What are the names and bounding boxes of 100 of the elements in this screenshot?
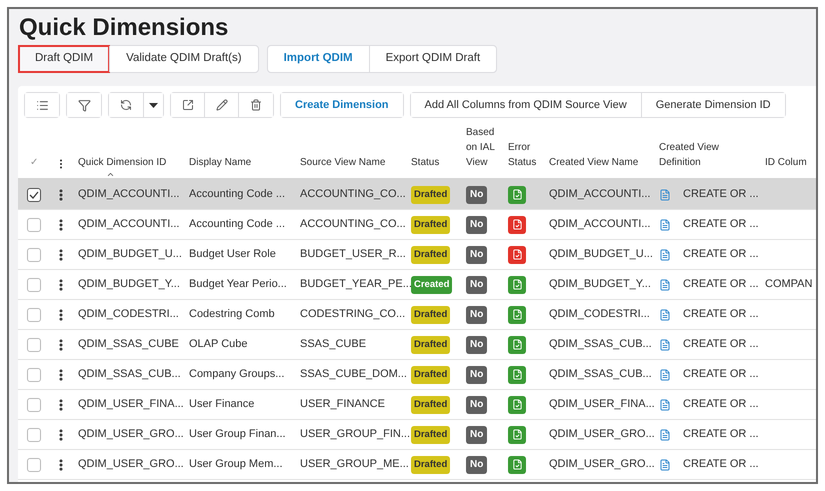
table-row[interactable]: QDIM_ACCOUNTI... Accounting Code ... ACCOUNTING_CO... Drafted No QDIM_ACCOUNTI... CREATE OR ...	[18, 180, 816, 210]
table-cell: ACCOUNTING_CO...	[300, 188, 406, 200]
column-header[interactable]: Based on IAL View	[466, 125, 502, 170]
ial-badge: No	[466, 366, 488, 384]
table-cell: Codestring Comb	[189, 308, 275, 320]
table-cell: QDIM_ACCOUNTI...	[78, 188, 180, 200]
status-badge: Drafted	[411, 426, 450, 444]
table-cell: QDIM_SSAS_CUB...	[549, 368, 652, 380]
row-checkbox[interactable]	[27, 188, 41, 202]
ial-badge: No	[466, 396, 488, 414]
document-icon[interactable]	[659, 278, 671, 290]
status-badge: Drafted	[411, 336, 450, 354]
row-checkbox[interactable]	[27, 368, 41, 382]
row-checkbox[interactable]	[27, 428, 41, 442]
column-header[interactable]: Created View Name	[549, 155, 653, 170]
row-checkbox[interactable]	[27, 278, 41, 292]
action-button[interactable]: Validate QDIM Draft(s)	[109, 46, 258, 72]
column-header[interactable]: Status	[411, 155, 460, 170]
ial-badge: No	[466, 336, 488, 354]
export-icon[interactable]	[171, 93, 205, 117]
table-cell-text: CREATE OR ...	[683, 367, 759, 382]
table-cell: Accounting Code ...	[189, 218, 286, 230]
action-button[interactable]: Export QDIM Draft	[368, 46, 496, 72]
table-cell: SSAS_CUBE_DOM...	[300, 368, 407, 380]
column-header[interactable]: Display Name	[189, 155, 294, 170]
filter-icon[interactable]	[67, 93, 101, 117]
document-icon[interactable]	[659, 338, 671, 350]
dropdown-caret-icon[interactable]	[143, 93, 163, 117]
table-cell: OLAP Cube	[189, 338, 248, 350]
table-cell: QDIM_USER_GRO...	[549, 458, 655, 470]
table-cell: QDIM_ACCOUNTI...	[549, 218, 650, 230]
ial-badge: No	[466, 456, 488, 474]
document-icon[interactable]	[659, 398, 671, 410]
row-checkbox[interactable]	[27, 458, 41, 472]
table-cell-text: CREATE OR ...	[683, 217, 759, 232]
ial-badge: No	[466, 276, 488, 294]
row-checkbox[interactable]	[27, 218, 41, 232]
table-cell-text: CREATE OR ...	[683, 397, 759, 412]
ial-badge: No	[466, 306, 488, 324]
table-cell: SSAS_CUBE	[300, 338, 366, 350]
table-cell: QDIM_BUDGET_Y...	[78, 278, 180, 290]
table-cell: Budget Year Perio...	[189, 278, 287, 290]
status-badge: Drafted	[411, 456, 450, 474]
ial-badge: No	[466, 246, 488, 264]
table-cell-text: CREATE OR ...	[683, 427, 759, 442]
table-cell: BUDGET_YEAR_PE...	[300, 278, 412, 290]
column-header[interactable]: Created View Definition	[659, 140, 759, 170]
column-header[interactable]: Quick Dimension ID	[78, 155, 183, 170]
table-cell-text: CREATE OR ...	[683, 277, 759, 292]
ial-badge: No	[466, 426, 488, 444]
table-cell: QDIM_USER_GRO...	[549, 428, 655, 440]
table-cell: QDIM_SSAS_CUBE	[78, 338, 179, 350]
table-cell-text: CREATE OR ...	[683, 337, 759, 352]
command-button[interactable]: Add All Columns from QDIM Source View	[410, 93, 642, 117]
status-badge: Drafted	[411, 216, 450, 234]
table-cell: QDIM_SSAS_CUB...	[549, 338, 652, 350]
table-cell: User Group Finan...	[189, 428, 286, 440]
status-badge: Drafted	[411, 246, 450, 264]
row-checkbox[interactable]	[27, 398, 41, 412]
column-header[interactable]: Error Status	[508, 140, 543, 170]
table-cell: BUDGET_USER_R...	[300, 248, 406, 260]
table-cell-text: CREATE OR ...	[683, 247, 759, 262]
ial-badge: No	[466, 186, 488, 204]
table-cell: QDIM_BUDGET_Y...	[549, 278, 651, 290]
document-icon[interactable]	[659, 458, 671, 470]
column-header[interactable]: ID Colum	[765, 155, 816, 170]
table-cell: USER_FINANCE	[300, 398, 385, 410]
table-cell: Accounting Code ...	[189, 188, 286, 200]
table-cell: Budget User Role	[189, 248, 276, 260]
list-icon[interactable]	[25, 93, 59, 117]
status-badge: Created	[411, 276, 452, 294]
document-icon[interactable]	[659, 308, 671, 320]
table-cell: QDIM_USER_FINA...	[78, 398, 184, 410]
table-cell: QDIM_CODESTRI...	[549, 308, 650, 320]
table-cell: QDIM_ACCOUNTI...	[549, 188, 650, 200]
table-cell: QDIM_ACCOUNTI...	[78, 218, 180, 230]
document-icon[interactable]	[659, 368, 671, 380]
column-header[interactable]: Source View Name	[300, 155, 405, 170]
row-checkbox[interactable]	[27, 308, 41, 322]
table-cell: USER_GROUP_FIN...	[300, 428, 410, 440]
row-checkbox[interactable]	[27, 338, 41, 352]
document-icon[interactable]	[659, 218, 671, 230]
table-cell: Company Groups...	[189, 368, 284, 380]
status-badge: Drafted	[411, 306, 450, 324]
document-icon[interactable]	[659, 428, 671, 440]
status-badge: Drafted	[411, 186, 450, 204]
status-badge: Drafted	[411, 396, 450, 414]
table-cell: ACCOUNTING_CO...	[300, 218, 406, 230]
document-icon[interactable]	[659, 248, 671, 260]
action-button[interactable]: Import QDIM	[268, 46, 369, 72]
table-cell: QDIM_BUDGET_U...	[549, 248, 653, 260]
table-cell: COMPAN	[765, 278, 812, 290]
table-cell: USER_GROUP_ME...	[300, 458, 409, 470]
command-button[interactable]: Create Dimension	[281, 93, 403, 117]
action-button[interactable]: Draft QDIM	[19, 46, 110, 72]
row-checkbox[interactable]	[27, 248, 41, 262]
document-icon[interactable]	[659, 188, 671, 200]
table-cell: QDIM_USER_GRO...	[78, 428, 184, 440]
table-cell: QDIM_USER_FINA...	[549, 398, 655, 410]
table-cell-text: CREATE OR ...	[683, 187, 759, 202]
